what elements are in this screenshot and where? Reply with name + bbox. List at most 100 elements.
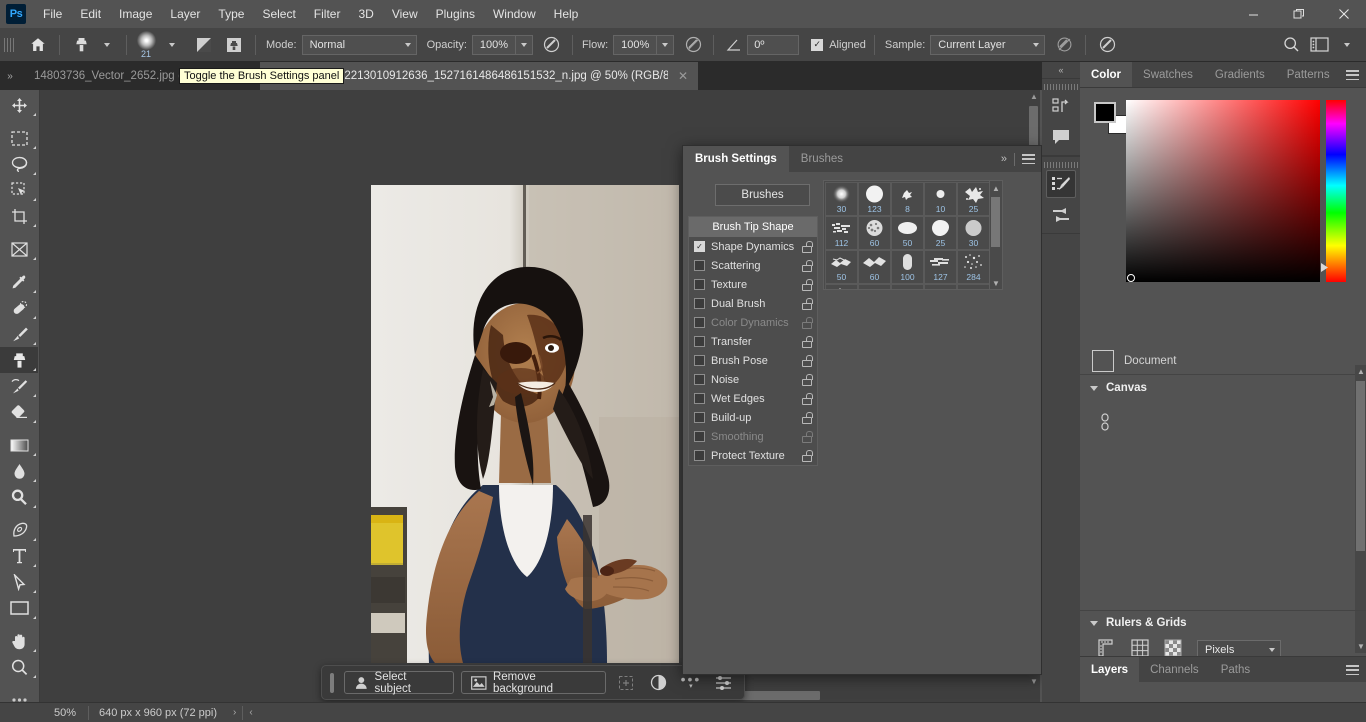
dodge-tool[interactable] bbox=[0, 484, 38, 510]
panel-menu-icon[interactable] bbox=[1022, 154, 1035, 164]
dynamics-row-transfer[interactable]: Transfer bbox=[689, 332, 817, 351]
brush-tool[interactable] bbox=[0, 321, 38, 347]
tab-color[interactable]: Color bbox=[1080, 62, 1133, 87]
dynamics-checkbox-dual-brush[interactable] bbox=[694, 298, 705, 309]
workspace-caret[interactable] bbox=[1334, 33, 1360, 57]
blur-tool[interactable] bbox=[0, 458, 38, 484]
brush-tip-13[interactable]: 127 bbox=[924, 250, 957, 284]
search-icon[interactable] bbox=[1278, 33, 1304, 57]
menu-plugins[interactable]: Plugins bbox=[427, 2, 484, 26]
lock-icon-transfer[interactable] bbox=[802, 335, 813, 348]
workspace-icon[interactable] bbox=[1306, 33, 1332, 57]
crop-tool[interactable] bbox=[0, 203, 38, 229]
brush-tip-7[interactable]: 50 bbox=[891, 216, 924, 250]
lock-icon-brush-pose[interactable] bbox=[802, 354, 813, 367]
menu-3d[interactable]: 3D bbox=[349, 2, 382, 26]
dynamics-row-dual-brush[interactable]: Dual Brush bbox=[689, 294, 817, 313]
brush-tip-0[interactable]: 30 bbox=[825, 182, 858, 216]
close-button[interactable] bbox=[1321, 0, 1366, 28]
menu-image[interactable]: Image bbox=[110, 2, 161, 26]
dynamics-checkbox-build-up[interactable] bbox=[694, 412, 705, 423]
menu-type[interactable]: Type bbox=[209, 2, 253, 26]
opacity-input[interactable]: 100% bbox=[471, 34, 516, 55]
tab-overflow-icon[interactable]: » bbox=[0, 62, 20, 90]
lock-icon-texture[interactable] bbox=[802, 278, 813, 291]
lock-icon-smoothing[interactable] bbox=[802, 430, 813, 443]
dynamics-row-color-dynamics[interactable]: Color Dynamics bbox=[689, 313, 817, 332]
brush-preset-picker-caret[interactable] bbox=[159, 33, 185, 57]
lock-icon-color-dynamics[interactable] bbox=[802, 316, 813, 329]
lock-icon-dual-brush[interactable] bbox=[802, 297, 813, 310]
dynamics-checkbox-texture[interactable] bbox=[694, 279, 705, 290]
opacity-pressure-icon[interactable] bbox=[539, 33, 565, 57]
dynamics-row-brush-pose[interactable]: Brush Pose bbox=[689, 351, 817, 370]
status-expand-arrow[interactable]: › bbox=[227, 707, 242, 718]
dynamics-row-protect-texture[interactable]: Protect Texture bbox=[689, 446, 817, 465]
eyedropper-tool[interactable] bbox=[0, 269, 38, 295]
link-dimensions-icon[interactable] bbox=[1098, 412, 1111, 432]
collapse-panels-icon[interactable]: « bbox=[1042, 62, 1080, 78]
dynamics-row-shape-dynamics[interactable]: ✓ Shape Dynamics bbox=[689, 237, 817, 256]
dynamics-row-smoothing[interactable]: Smoothing bbox=[689, 427, 817, 446]
zoom-tool[interactable] bbox=[0, 654, 38, 680]
brushes-icon[interactable] bbox=[1046, 200, 1076, 228]
scroll-down-icon[interactable]: ▼ bbox=[1030, 677, 1038, 686]
color-panel-swatches[interactable] bbox=[1094, 102, 1128, 134]
tab-brush-settings[interactable]: Brush Settings bbox=[683, 146, 789, 172]
adjustment-layer-icon[interactable] bbox=[646, 671, 671, 694]
brush-tip-16[interactable] bbox=[858, 284, 891, 289]
gradient-tool[interactable] bbox=[0, 432, 38, 458]
dynamics-checkbox-transfer[interactable] bbox=[694, 336, 705, 347]
dynamics-checkbox-shape-dynamics[interactable]: ✓ bbox=[694, 241, 705, 252]
scroll-up-icon[interactable]: ▲ bbox=[1030, 92, 1038, 101]
zoom-level[interactable]: 50% bbox=[42, 707, 88, 719]
lasso-tool[interactable] bbox=[0, 151, 38, 177]
flow-pressure-icon[interactable] bbox=[680, 33, 706, 57]
brush-preset-preview[interactable]: 21 bbox=[133, 30, 159, 58]
lock-icon-scattering[interactable] bbox=[802, 259, 813, 272]
brush-tip-1[interactable]: 123 bbox=[858, 182, 891, 216]
history-brush-tool[interactable] bbox=[0, 373, 38, 399]
clone-stamp-tool-icon[interactable] bbox=[68, 33, 94, 57]
brush-tip-10[interactable]: 50 bbox=[825, 250, 858, 284]
brush-tip-8[interactable]: 25 bbox=[924, 216, 957, 250]
dynamics-row-wet-edges[interactable]: Wet Edges bbox=[689, 389, 817, 408]
aligned-checkbox[interactable]: ✓ Aligned bbox=[811, 38, 866, 51]
brush-tip-scrollbar[interactable]: ▲ ▼ bbox=[989, 181, 1002, 289]
rectangular-marquee-tool[interactable] bbox=[0, 125, 38, 151]
menu-file[interactable]: File bbox=[34, 2, 71, 26]
clone-stamp-tool[interactable] bbox=[0, 347, 38, 373]
menu-help[interactable]: Help bbox=[545, 2, 588, 26]
brush-tip-15[interactable] bbox=[825, 284, 858, 289]
tab-channels[interactable]: Channels bbox=[1139, 657, 1210, 682]
path-selection-tool[interactable] bbox=[0, 569, 38, 595]
brush-settings-icon[interactable] bbox=[1046, 170, 1076, 198]
dynamics-row-scattering[interactable]: Scattering bbox=[689, 256, 817, 275]
flow-caret-button[interactable] bbox=[657, 34, 675, 55]
move-tool[interactable] bbox=[0, 92, 38, 118]
menu-select[interactable]: Select bbox=[253, 2, 304, 26]
frame-tool[interactable] bbox=[0, 236, 38, 262]
tip-scroll-thumb[interactable] bbox=[991, 197, 1000, 247]
object-selection-tool[interactable] bbox=[0, 177, 38, 203]
comments-icon[interactable] bbox=[1046, 122, 1076, 150]
brush-tip-6[interactable]: 60 bbox=[858, 216, 891, 250]
rulers-section-header[interactable]: Rulers & Grids bbox=[1080, 611, 1366, 635]
brush-tip-12[interactable]: 100 bbox=[891, 250, 924, 284]
menu-edit[interactable]: Edit bbox=[71, 2, 110, 26]
task-bar-drag-handle[interactable] bbox=[330, 672, 334, 693]
tab-patterns[interactable]: Patterns bbox=[1276, 62, 1341, 87]
restore-button[interactable] bbox=[1276, 0, 1321, 28]
lock-icon-noise[interactable] bbox=[802, 373, 813, 386]
eraser-tool[interactable] bbox=[0, 399, 38, 425]
minimize-button[interactable] bbox=[1231, 0, 1276, 28]
color-field[interactable] bbox=[1126, 100, 1320, 282]
pen-tool[interactable] bbox=[0, 517, 38, 543]
brush-tip-14[interactable]: 284 bbox=[957, 250, 990, 284]
clone-source-panel-icon[interactable] bbox=[221, 33, 247, 57]
tab-gradients[interactable]: Gradients bbox=[1204, 62, 1276, 87]
color-panel-menu-icon[interactable] bbox=[1346, 70, 1359, 80]
tip-scroll-down-icon[interactable]: ▼ bbox=[992, 279, 1000, 288]
flow-input[interactable]: 100% bbox=[613, 34, 658, 55]
menu-layer[interactable]: Layer bbox=[161, 2, 209, 26]
